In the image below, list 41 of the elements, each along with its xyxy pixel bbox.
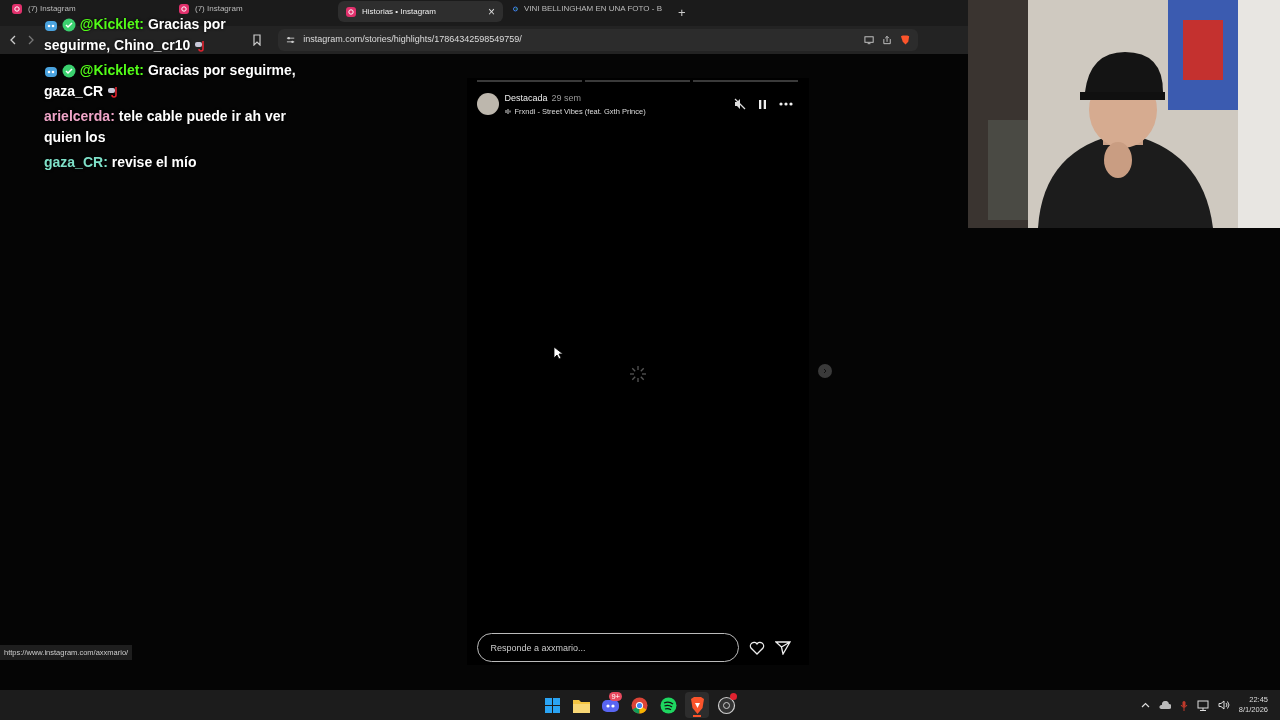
back-icon[interactable] — [8, 35, 18, 45]
cloud-icon[interactable] — [1158, 700, 1171, 710]
screen-icon[interactable] — [863, 35, 874, 45]
post-time: 29 sem — [551, 93, 582, 103]
microphone-icon[interactable] — [1179, 699, 1188, 711]
verified-icon — [61, 64, 76, 79]
browser-tab[interactable]: (7) Instagram — [171, 3, 336, 14]
reply-field[interactable]: Responde a axxmario... — [476, 633, 739, 662]
browser-tab[interactable]: (7) Instagram — [4, 3, 169, 14]
chat-message-overlay: gaza_CR: revise el mío — [44, 153, 197, 172]
chevron-icon — [822, 368, 828, 374]
address-bar[interactable]: instagram.com/stories/highlights/17864342598549759/ — [278, 29, 918, 51]
author-name[interactable]: Destacada — [504, 93, 548, 103]
network-icon[interactable] — [1196, 699, 1209, 711]
instagram-icon — [179, 3, 189, 14]
audio-icon — [504, 107, 512, 115]
cursor-icon — [553, 346, 563, 360]
more-icon[interactable] — [778, 102, 793, 107]
send-icon[interactable] — [774, 640, 791, 655]
pause-icon[interactable] — [757, 98, 767, 110]
heart-icon[interactable] — [748, 640, 765, 655]
close-icon[interactable]: × — [488, 6, 495, 17]
bookmark-icon[interactable] — [252, 34, 262, 46]
chevron-up-icon[interactable] — [1140, 702, 1150, 708]
record-icon — [715, 694, 737, 716]
url-text: instagram.com/stories/highlights/17864342598549759/ — [303, 33, 522, 47]
chat-message-overlay: @Kicklet: Gracias por seguirme, Chino_cr10 — [44, 15, 227, 55]
robot-icon — [44, 64, 58, 79]
browser-tab[interactable]: VINI BELLINGHAM EN UNA FOTO - B — [505, 3, 670, 14]
share-icon[interactable] — [881, 35, 892, 45]
verified-icon — [61, 18, 76, 33]
avatar[interactable] — [476, 93, 499, 116]
volume-icon[interactable] — [1217, 700, 1230, 710]
muted-speaker-icon[interactable] — [733, 98, 746, 111]
forward-icon[interactable] — [26, 35, 36, 45]
robot-icon — [44, 18, 58, 33]
browser-tab[interactable]: Historias • Instagram × — [338, 1, 503, 22]
instagram-icon — [12, 3, 22, 14]
instagram-icon — [346, 6, 356, 17]
site-settings-icon[interactable] — [286, 35, 296, 45]
new-tab-button[interactable]: + — [672, 3, 692, 23]
